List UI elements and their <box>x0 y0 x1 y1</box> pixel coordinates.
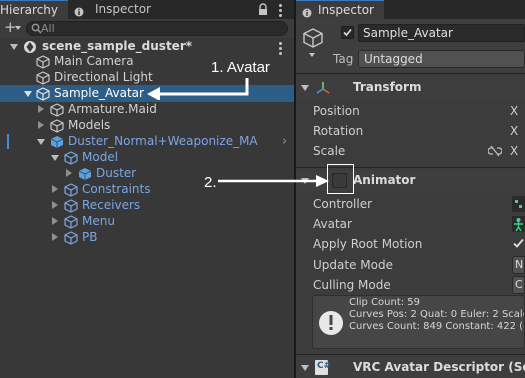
tab-inspector[interactable]: Inspector <box>296 0 384 19</box>
expand-arrow-icon[interactable] <box>52 201 58 209</box>
hierarchy-item-label: Receivers <box>82 198 141 212</box>
annotation-2-label: 2. <box>204 174 217 191</box>
hierarchy-item-models[interactable]: Models <box>0 117 294 134</box>
more-options-icon[interactable] <box>279 4 283 19</box>
tab-inspector-left-label: Inspector <box>95 2 151 16</box>
avatar-label: Avatar <box>313 217 352 231</box>
transform-icon <box>315 80 331 99</box>
hierarchy-item-menu[interactable]: Menu <box>0 213 294 230</box>
update-mode-label: Update Mode <box>313 258 393 272</box>
rotation-x-label[interactable]: X <box>510 124 518 138</box>
object-name-value: Sample_Avatar <box>363 26 453 40</box>
divider <box>296 73 525 74</box>
info-line-curves-pos: Curves Pos: 2 Quat: 0 Euler: 2 Scale: <box>349 309 525 320</box>
animator-title: Animator <box>353 173 416 187</box>
hierarchy-toolbar: + All <box>0 18 294 38</box>
expand-arrow-icon[interactable] <box>66 169 72 177</box>
expand-arrow-icon[interactable] <box>38 121 44 129</box>
info-line-clip-count: Clip Count: 59 <box>349 297 421 308</box>
inspector-tabbar: Inspector <box>296 0 525 19</box>
avatar-field[interactable] <box>512 216 525 232</box>
controller-label: Controller <box>313 197 373 211</box>
tag-label: Tag <box>333 52 354 66</box>
expand-arrow-icon[interactable] <box>301 85 309 91</box>
expand-arrow-icon[interactable] <box>52 233 58 241</box>
hierarchy-item-label: Armature.Maid <box>68 102 157 116</box>
controller-field[interactable] <box>512 196 525 212</box>
hierarchy-item-duster-prefab[interactable]: Duster_Normal+Weaponize_MA › <box>0 133 294 150</box>
scale-label: Scale <box>313 144 346 158</box>
tab-inspector-left[interactable]: Inspector <box>68 0 158 19</box>
annotation-1-arrow <box>147 78 249 100</box>
hierarchy-item-label: PB <box>82 230 98 244</box>
tag-dropdown[interactable]: Untagged <box>358 50 525 68</box>
update-mode-value: N <box>515 258 524 271</box>
expand-arrow-icon[interactable] <box>301 365 309 371</box>
divider <box>296 354 525 355</box>
culling-mode-dropdown[interactable]: C <box>512 276 525 294</box>
hierarchy-item-receivers[interactable]: Receivers <box>0 197 294 214</box>
tab-hierarchy-label: Hierarchy <box>0 3 59 17</box>
hierarchy-tabbar: Hierarchy Inspector <box>0 0 294 19</box>
hierarchy-item-label: Duster <box>96 166 137 180</box>
position-label: Position <box>313 104 360 118</box>
tab-inspector-label: Inspector <box>318 3 374 17</box>
search-placeholder: All <box>41 22 55 35</box>
gameobject-icon <box>64 231 78 250</box>
expand-arrow-icon[interactable] <box>10 44 18 50</box>
icon-dropdown-icon[interactable] <box>309 53 315 57</box>
rotation-label: Rotation <box>313 124 364 138</box>
prefab-override-bar <box>7 134 9 149</box>
update-mode-dropdown[interactable]: N <box>512 256 525 274</box>
expand-arrow-icon[interactable] <box>37 139 45 145</box>
lock-icon[interactable] <box>258 3 268 15</box>
tag-value: Untagged <box>364 52 423 66</box>
annotation-2-arrow <box>218 175 329 187</box>
hierarchy-item-label: Models <box>68 118 111 132</box>
vrc-avatar-descriptor-header[interactable]: C# VRC Avatar Descriptor (Scrip <box>296 357 525 378</box>
expand-arrow-icon[interactable] <box>24 91 32 97</box>
culling-mode-value: C <box>515 278 523 291</box>
hierarchy-item-label: Directional Light <box>54 70 153 84</box>
vrc-title: VRC Avatar Descriptor (Scrip <box>353 360 525 374</box>
active-checkbox[interactable] <box>341 26 354 39</box>
hierarchy-item-label: Main Camera <box>54 54 134 68</box>
script-icon: C# <box>315 360 331 375</box>
annotation-2-highlight-box <box>327 164 354 194</box>
hierarchy-item-pb[interactable]: PB <box>0 229 294 246</box>
gameobject-large-icon <box>302 27 324 52</box>
expand-arrow-icon[interactable] <box>52 217 58 225</box>
hierarchy-item-label: Sample_Avatar <box>54 86 144 100</box>
hierarchy-item-label: Constraints <box>82 182 151 196</box>
hierarchy-item-armature[interactable]: Armature.Maid <box>0 101 294 118</box>
info-circle-icon <box>318 310 344 339</box>
link-off-icon[interactable] <box>487 145 503 160</box>
position-x-label[interactable]: X <box>510 104 518 118</box>
apply-root-motion-label: Apply Root Motion <box>313 237 423 251</box>
search-input[interactable]: All <box>26 21 288 36</box>
transform-title: Transform <box>353 80 422 94</box>
scale-x-label[interactable]: X <box>510 144 518 158</box>
hierarchy-item-model[interactable]: Model <box>0 149 294 166</box>
culling-mode-label: Culling Mode <box>313 278 391 292</box>
chevron-right-icon[interactable]: › <box>282 133 287 150</box>
info-line-curves-count: Curves Count: 849 Constant: 422 (49 <box>349 321 525 332</box>
hierarchy-item-label: Duster_Normal+Weaponize_MA <box>68 134 258 148</box>
expand-arrow-icon[interactable] <box>52 185 58 193</box>
info-icon <box>74 4 84 17</box>
object-name-field[interactable]: Sample_Avatar <box>358 24 525 42</box>
expand-arrow-icon[interactable] <box>38 105 44 113</box>
object-header: Sample_Avatar Tag Untagged <box>296 19 525 72</box>
hierarchy-item-label: Menu <box>82 214 115 228</box>
add-dropdown-icon[interactable] <box>15 26 21 30</box>
hierarchy-item-label: Model <box>82 150 119 164</box>
animator-info-box: Clip Count: 59 Curves Pos: 2 Quat: 0 Eul… <box>312 295 525 349</box>
transform-header[interactable]: Transform <box>296 77 525 98</box>
info-icon <box>302 5 312 18</box>
tab-hierarchy[interactable]: Hierarchy <box>0 0 68 19</box>
apply-root-motion-checkbox[interactable] <box>512 237 525 253</box>
expand-arrow-icon[interactable] <box>51 155 59 161</box>
